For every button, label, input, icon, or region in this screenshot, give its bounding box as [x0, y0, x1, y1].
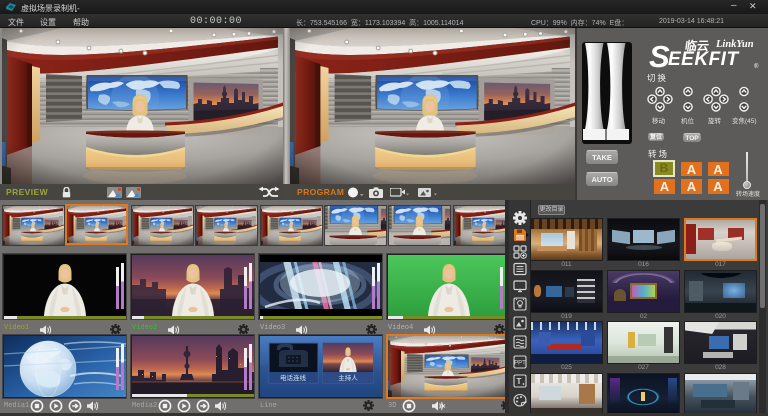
- svg-text:主持人: 主持人: [338, 373, 358, 382]
- svg-text:PPT: PPT: [514, 361, 526, 367]
- svg-text:电话连线: 电话连线: [280, 373, 307, 382]
- svg-text:T: T: [517, 377, 522, 386]
